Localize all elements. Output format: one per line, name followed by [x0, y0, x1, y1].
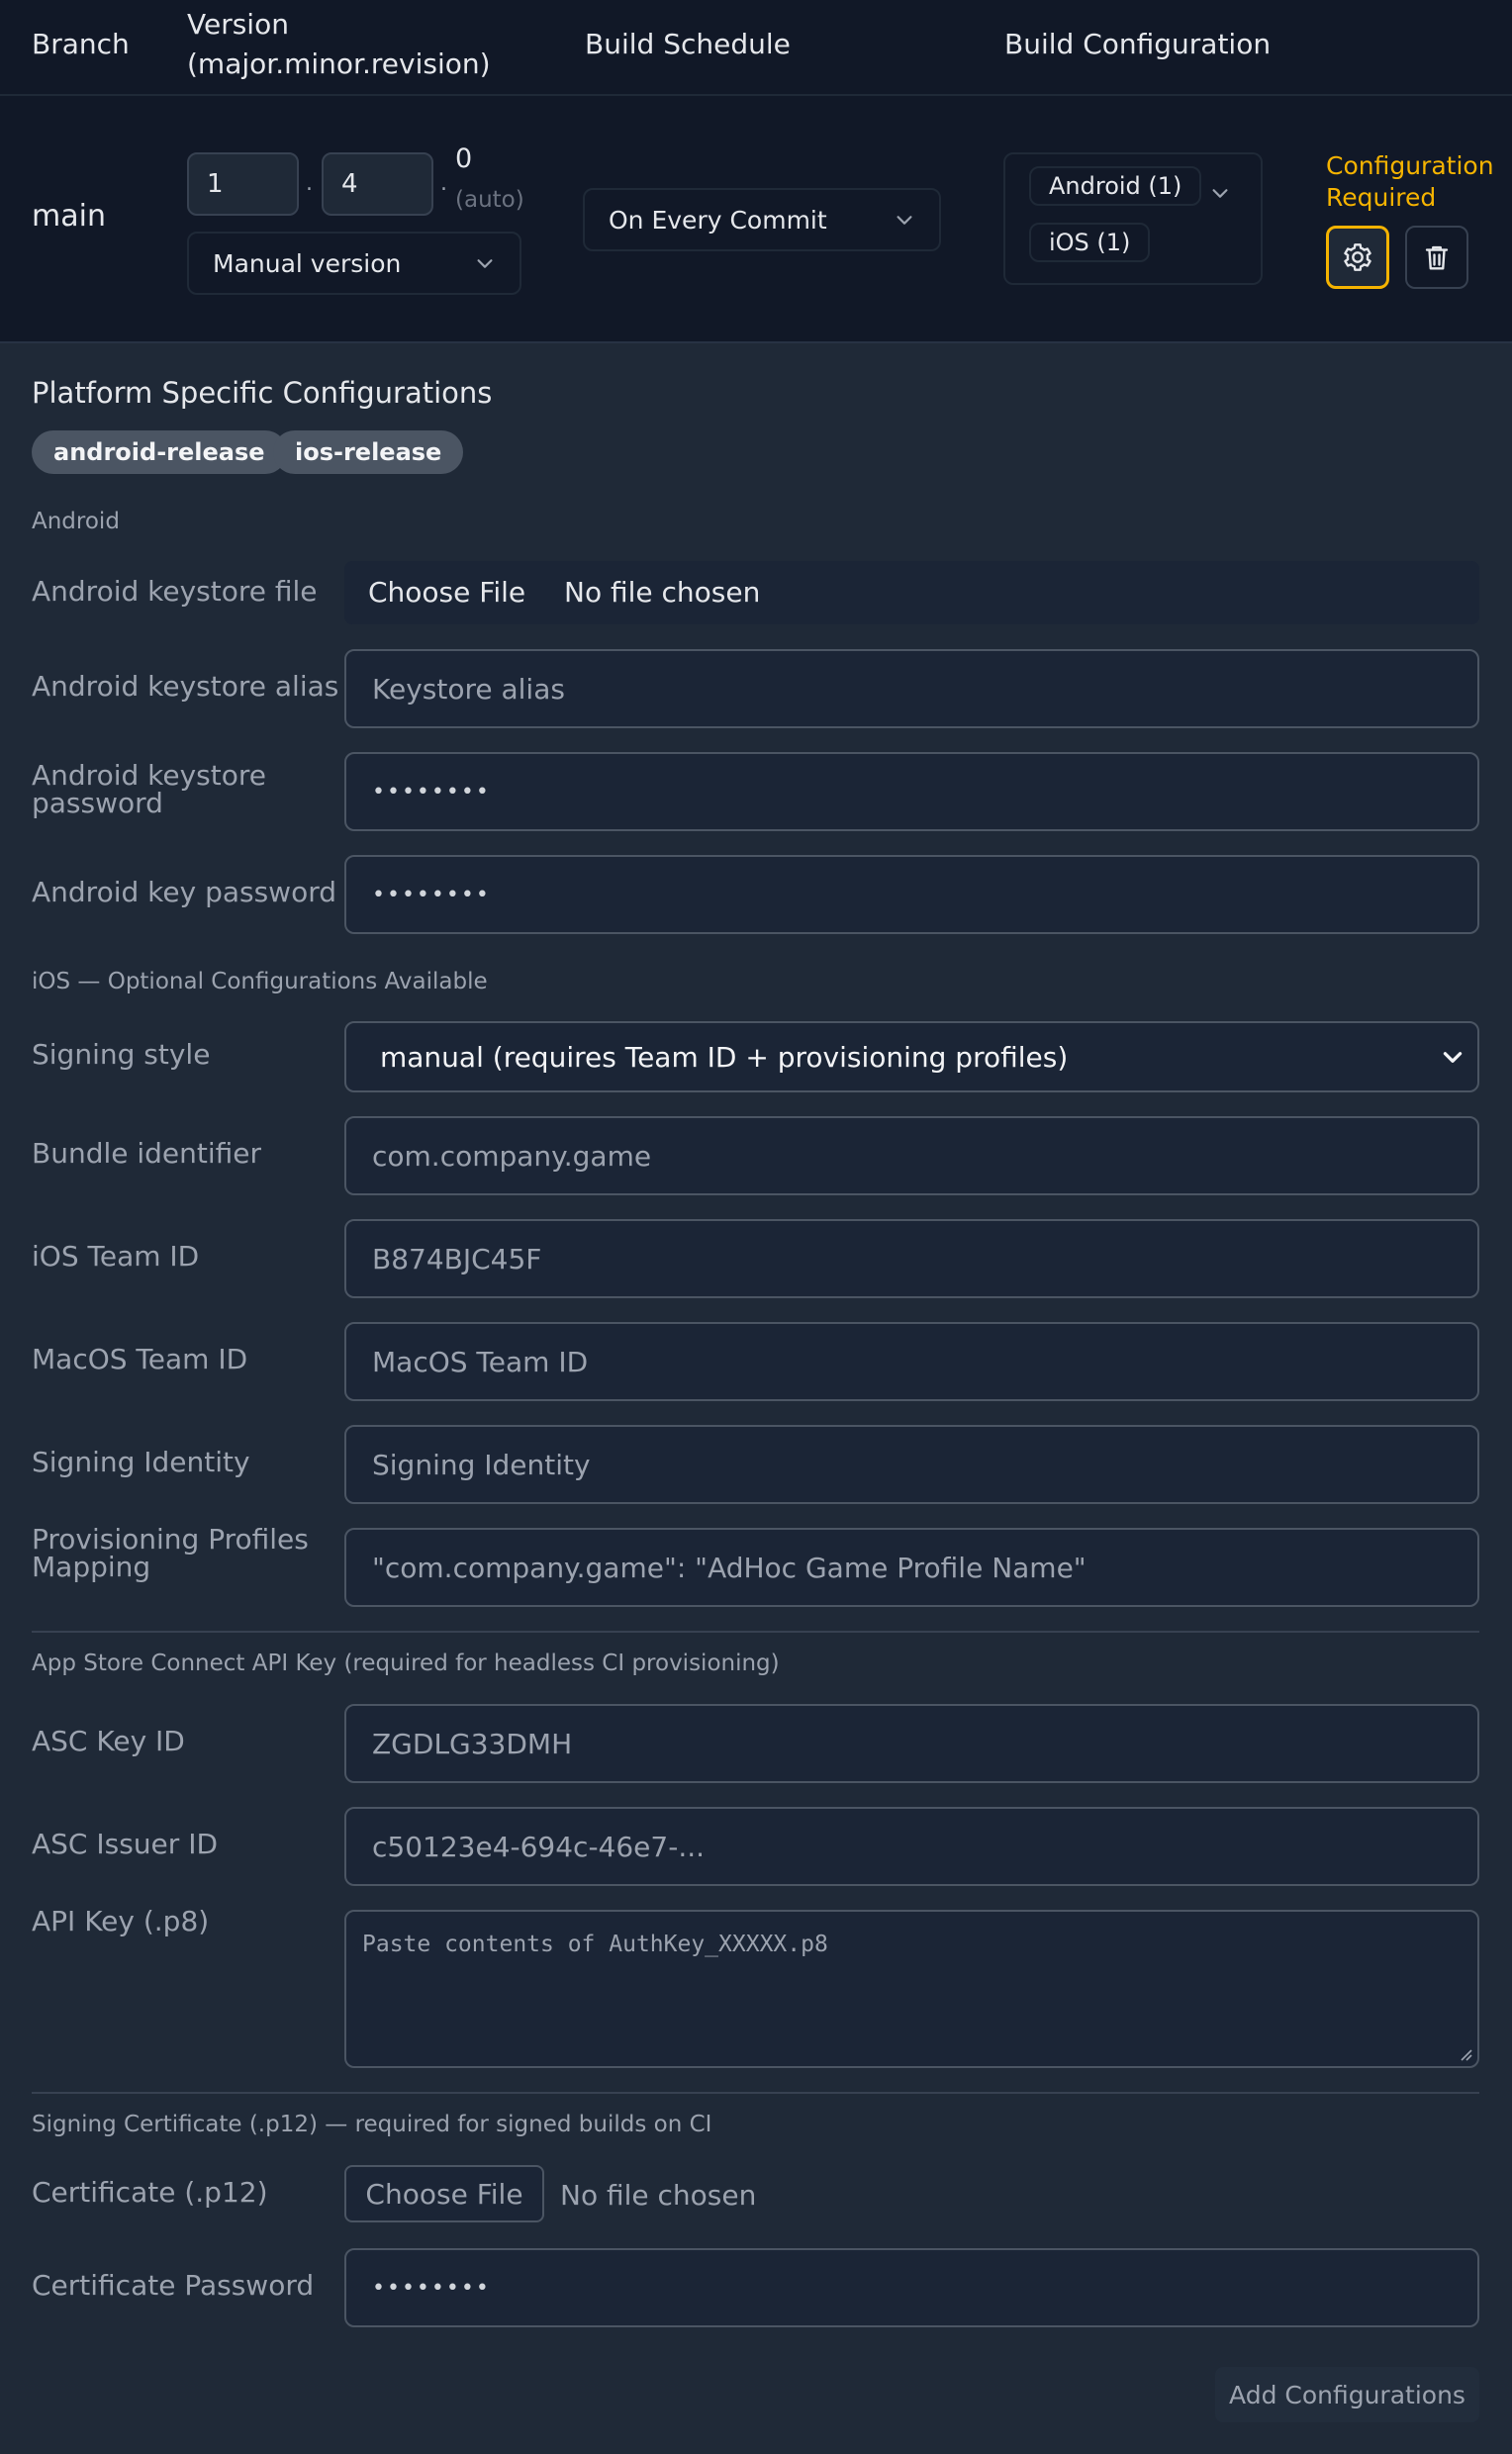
header-build-configuration: Build Configuration	[1004, 28, 1272, 60]
android-heading: Android	[32, 509, 120, 534]
platform-chip-ios: iOS (1)	[1029, 223, 1151, 262]
ios-team-id-input[interactable]: B874BJC45F	[344, 1219, 1479, 1298]
chevron-down-icon	[897, 216, 912, 225]
android-keystore-file-input[interactable]: Choose File No file chosen	[344, 561, 1479, 624]
api-key-placeholder: Paste contents of AuthKey_XXXXX.p8	[362, 1932, 828, 1957]
asc-key-id-input[interactable]: ZGDLG33DMH	[344, 1704, 1479, 1783]
table-header: Branch Version (major.minor.revision) Bu…	[0, 0, 1512, 96]
section-divider	[32, 2092, 1479, 2094]
header-version-format: (major.minor.revision)	[187, 47, 491, 80]
tag-ios-release[interactable]: ios-release	[273, 430, 464, 474]
asc-issuer-id-label: ASC Issuer ID	[32, 1828, 219, 1860]
choose-file-button[interactable]: Choose File	[368, 576, 525, 609]
certificate-password-input[interactable]: ••••••••	[344, 2248, 1479, 2327]
chevron-down-icon	[1212, 189, 1228, 198]
signing-style-value: manual (requires Team ID + provisioning …	[380, 1040, 1069, 1074]
signing-identity-input[interactable]: Signing Identity	[344, 1425, 1479, 1504]
ios-team-id-label: iOS Team ID	[32, 1240, 200, 1273]
header-version: Version	[187, 8, 289, 41]
build-schedule-select[interactable]: On Every Commit	[583, 188, 941, 251]
certificate-no-file-text: No file chosen	[560, 2179, 757, 2212]
add-configurations-button[interactable]: Add Configurations	[1215, 2367, 1479, 2422]
android-keystore-file-label: Android keystore file	[32, 575, 318, 608]
label-line: Mapping	[32, 1551, 151, 1583]
platform-configs-title: Platform Specific Configurations	[32, 376, 493, 410]
provisioning-profiles-input[interactable]: "com.company.game": "AdHoc Game Profile …	[344, 1528, 1479, 1607]
platform-chip-android: Android (1)	[1029, 166, 1202, 206]
version-separator: .	[440, 171, 447, 196]
api-key-textarea[interactable]: Paste contents of AuthKey_XXXXX.p8	[344, 1910, 1479, 2068]
configure-button[interactable]	[1326, 226, 1389, 289]
section-divider	[32, 1631, 1479, 1633]
bundle-identifier-label: Bundle identifier	[32, 1137, 262, 1170]
asc-issuer-id-input[interactable]: c50123e4-694c-46e7-...	[344, 1807, 1479, 1886]
build-schedule-label: On Every Commit	[609, 205, 827, 235]
build-configuration-select[interactable]: Android (1) iOS (1)	[1003, 152, 1263, 285]
chevron-down-icon	[477, 259, 493, 268]
branch-row: main 1 . 4 . 0 (auto) Manual version On …	[0, 96, 1512, 343]
bundle-identifier-input[interactable]: com.company.game	[344, 1116, 1479, 1195]
version-mode-label: Manual version	[213, 248, 402, 278]
certificate-choose-file-button[interactable]: Choose File	[344, 2165, 544, 2222]
branch-name: main	[32, 199, 106, 234]
macos-team-id-input[interactable]: MacOS Team ID	[344, 1322, 1479, 1401]
cert-heading: Signing Certificate (.p12) — required fo…	[32, 2112, 712, 2137]
api-key-label: API Key (.p8)	[32, 1905, 210, 1937]
android-keystore-password-label: Android keystore password	[32, 762, 266, 817]
configuration-required-warning: Configuration Required	[1326, 150, 1494, 214]
warning-line-2: Required	[1326, 183, 1437, 212]
delete-button[interactable]	[1405, 226, 1468, 289]
version-separator: .	[306, 171, 313, 196]
minor-version-input[interactable]: 4	[322, 152, 433, 216]
gear-icon	[1344, 243, 1371, 271]
certificate-label: Certificate (.p12)	[32, 2176, 268, 2209]
revision-auto-note: (auto)	[455, 187, 524, 213]
asc-heading: App Store Connect API Key (required for …	[32, 1651, 780, 1676]
provisioning-profiles-label: Provisioning Profiles Mapping	[32, 1526, 309, 1581]
label-line: password	[32, 787, 163, 819]
android-key-password-input[interactable]: ••••••••	[344, 855, 1479, 934]
revision-value: 0	[455, 143, 473, 174]
android-key-password-label: Android key password	[32, 876, 336, 908]
version-mode-select[interactable]: Manual version	[187, 232, 521, 295]
major-version-input[interactable]: 1	[187, 152, 299, 216]
android-keystore-alias-input[interactable]: Keystore alias	[344, 649, 1479, 728]
tag-android-release[interactable]: android-release	[32, 430, 287, 474]
warning-line-1: Configuration	[1326, 151, 1494, 180]
asc-key-id-label: ASC Key ID	[32, 1725, 185, 1757]
certificate-password-label: Certificate Password	[32, 2269, 315, 2302]
resize-handle-icon[interactable]	[1458, 2046, 1473, 2062]
signing-style-select[interactable]: manual (requires Team ID + provisioning …	[344, 1021, 1479, 1092]
android-keystore-alias-label: Android keystore alias	[32, 670, 339, 703]
ios-heading: iOS — Optional Configurations Available	[32, 969, 488, 994]
trash-icon	[1425, 245, 1449, 270]
label-line: Provisioning Profiles	[32, 1523, 309, 1556]
header-build-schedule: Build Schedule	[585, 28, 791, 60]
macos-team-id-label: MacOS Team ID	[32, 1343, 248, 1375]
chevron-down-icon	[1443, 1052, 1463, 1063]
signing-identity-label: Signing Identity	[32, 1446, 250, 1478]
android-keystore-password-input[interactable]: ••••••••	[344, 752, 1479, 831]
signing-style-label: Signing style	[32, 1038, 211, 1071]
header-branch: Branch	[32, 28, 130, 60]
label-line: Android keystore	[32, 759, 266, 792]
no-file-chosen-text: No file chosen	[564, 576, 761, 609]
